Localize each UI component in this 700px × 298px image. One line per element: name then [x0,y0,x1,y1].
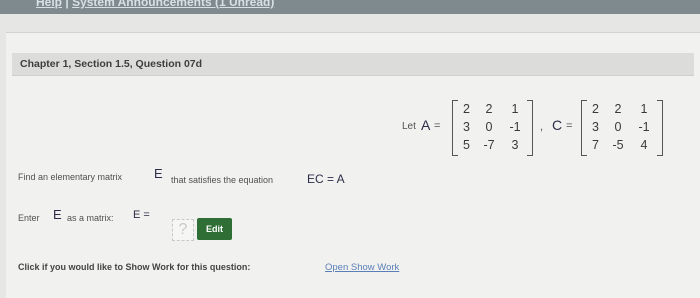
let-label: Let [402,121,416,132]
matrix-c-cell: 2 [614,102,622,116]
matrix-a: 2 2 1 3 0 -1 5 -7 3 [457,100,528,154]
matrix-c-equals: = [566,120,573,132]
matrix-c-cell: 7 [592,138,599,152]
matrix-c-right-bracket [657,100,663,156]
prompt-variable: E [154,166,163,181]
help-link[interactable]: Help [36,0,62,9]
open-show-work-link[interactable]: Open Show Work [325,262,399,273]
answer-variable: E = [133,209,150,221]
matrix-c-cell: 3 [592,120,599,134]
matrix-a-name: A [421,117,431,133]
matrix-a-cell: 1 [511,102,519,116]
matrix-c: 2 2 1 3 0 -1 7 -5 4 [586,100,657,154]
topbar-separator: | [65,0,69,9]
matrix-a-cell: 3 [463,120,470,134]
matrix-a-cell: 3 [511,138,519,152]
matrix-a-cell: 5 [463,138,470,152]
matrix-a-cell: 2 [463,102,470,116]
matrix-a-cell: -1 [509,120,521,134]
matrix-a-cell: 0 [485,120,493,134]
show-work-prompt: Click if you would like to Show Work for… [18,262,251,272]
matrix-separator-comma: , [540,121,544,133]
matrix-a-cell: -7 [483,138,495,152]
as-matrix-label: as a matrix: [67,213,114,223]
system-topbar: Help | System Announcements (1 Unread) [0,0,700,14]
question-header: Chapter 1, Section 1.5, Question 07d [12,53,694,76]
enter-label: Enter [18,213,40,223]
prompt-prefix: Find an elementary matrix [18,172,123,182]
matrix-c-cell: 0 [614,120,622,134]
target-equation: EC = A [307,172,345,186]
matrix-a-right-bracket [527,100,533,156]
enter-variable: E [53,207,62,222]
edit-button[interactable]: Edit [197,218,232,240]
answer-matrix-field[interactable]: ? [172,219,194,241]
announcements-link[interactable]: System Announcements (1 Unread) [72,0,274,9]
matrix-c-cell: 1 [640,102,648,116]
matrix-c-cell: 4 [640,138,648,152]
matrix-c-cell: -1 [638,120,650,134]
matrix-c-cell: -5 [612,138,624,152]
matrix-c-name: C [552,117,563,133]
matrix-a-cell: 2 [485,102,493,116]
question-title: Chapter 1, Section 1.5, Question 07d [20,58,203,70]
matrix-a-equals: = [434,120,441,132]
matrix-c-cell: 2 [592,102,599,116]
topbar-links: Help | System Announcements (1 Unread) [36,0,274,9]
prompt-suffix: that satisfies the equation [171,175,274,185]
